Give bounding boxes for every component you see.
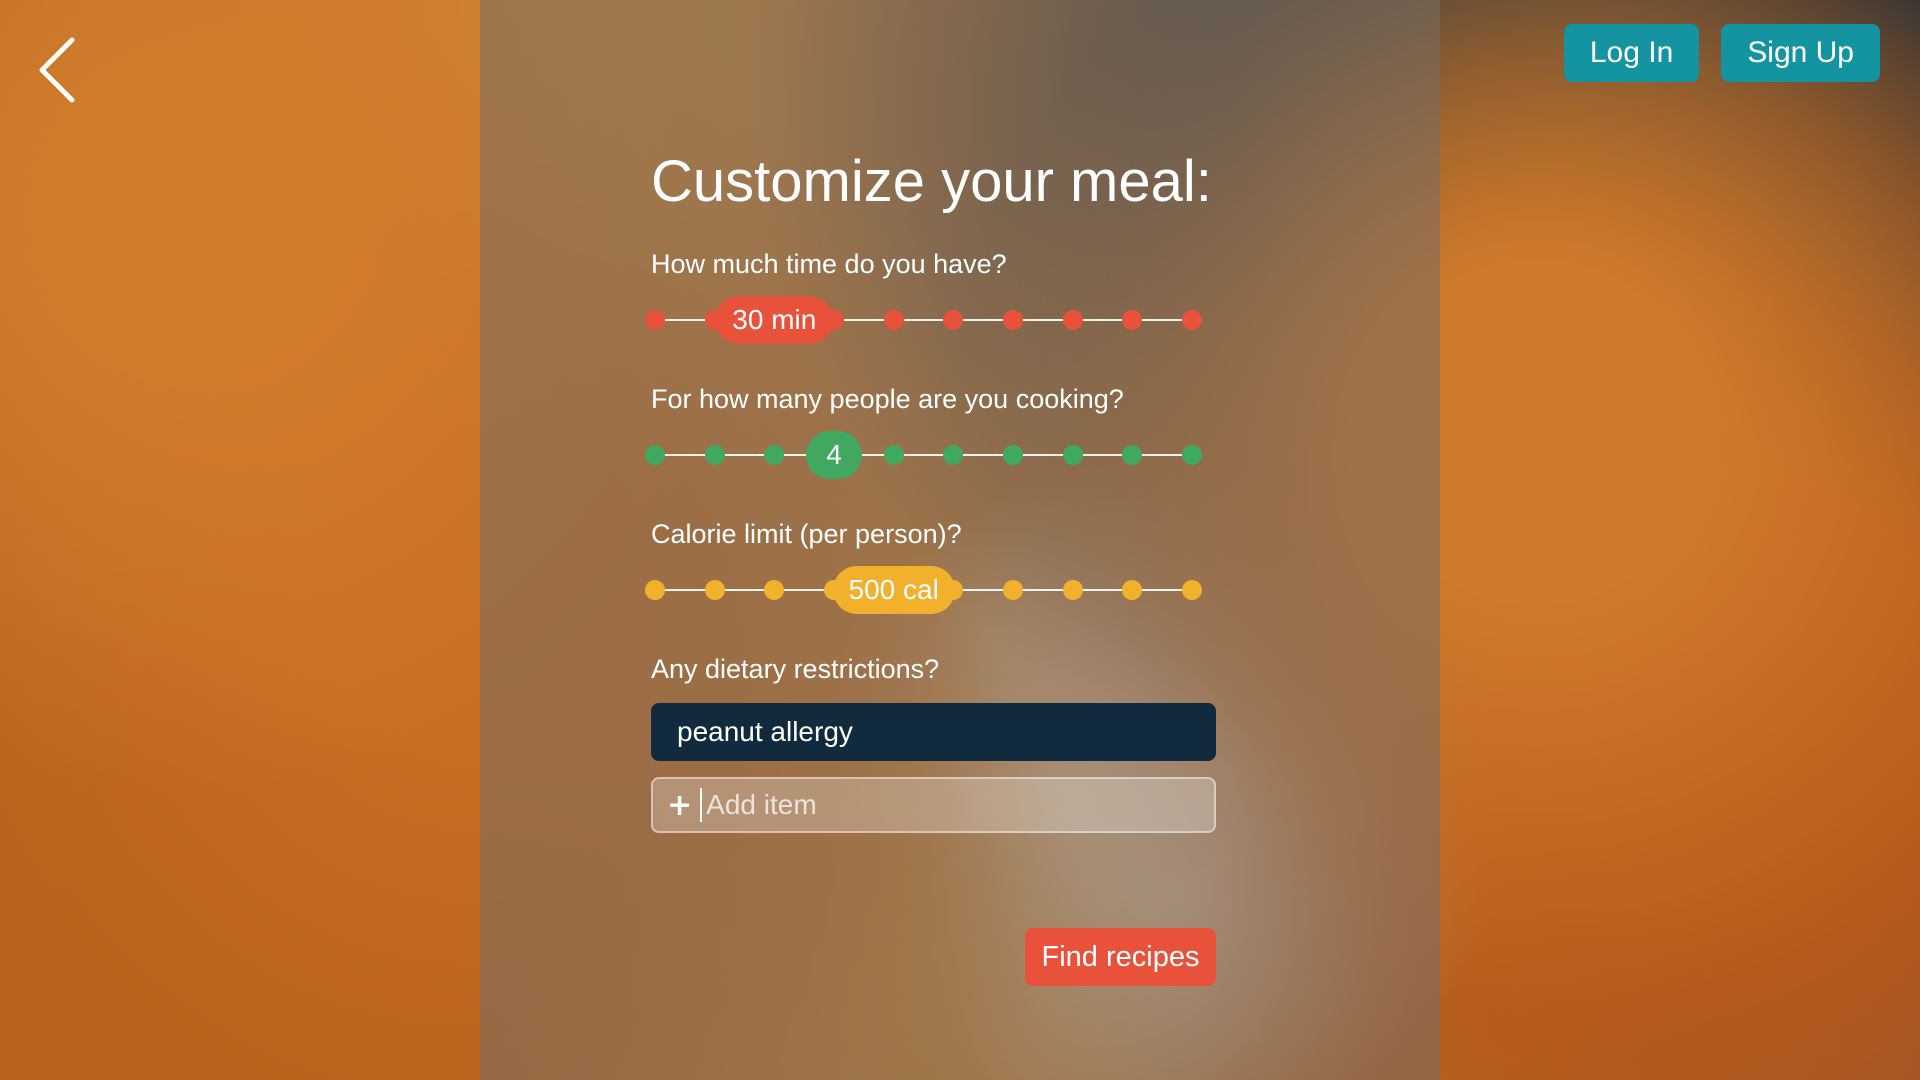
find-recipes-button[interactable]: Find recipes: [1025, 928, 1216, 986]
slider-step-dot[interactable]: [764, 580, 785, 600]
slider-step-dot[interactable]: [1182, 445, 1202, 465]
slider-step-dot[interactable]: [1182, 580, 1202, 600]
login-button[interactable]: Log In: [1563, 24, 1700, 82]
slider-handle[interactable]: 500 cal: [832, 566, 955, 614]
slider-step-dot[interactable]: [883, 445, 904, 465]
page: Log In Sign Up Customize your meal: How …: [0, 0, 1920, 1080]
chevron-left-icon: [39, 37, 75, 103]
slider-track: [659, 454, 1188, 456]
slider-step-dot[interactable]: [645, 580, 665, 600]
time-question: How much time do you have?: [651, 249, 1007, 279]
time-slider[interactable]: 30 min: [645, 296, 1202, 344]
slider-step-dot[interactable]: [1003, 445, 1023, 465]
slider-step-dot[interactable]: [704, 580, 725, 600]
slider-step-dot[interactable]: [645, 310, 665, 330]
slider-step-dot[interactable]: [1062, 445, 1083, 465]
auth-buttons: Log In Sign Up: [1563, 24, 1880, 82]
slider-step-dot[interactable]: [1122, 580, 1143, 600]
slider-step-dot[interactable]: [943, 445, 964, 465]
slider-step-dot[interactable]: [943, 310, 964, 330]
slider-handle[interactable]: 4: [806, 431, 862, 479]
diet-question: Any dietary restrictions?: [651, 654, 940, 684]
slider-step-dot[interactable]: [704, 445, 725, 465]
slider-step-dot[interactable]: [645, 445, 665, 465]
slider-step-dot[interactable]: [1062, 580, 1083, 600]
page-title: Customize your meal:: [651, 149, 1212, 214]
slider-step-dot[interactable]: [1062, 310, 1083, 330]
people-slider[interactable]: 4: [645, 431, 1202, 479]
signup-button[interactable]: Sign Up: [1721, 24, 1880, 82]
back-button[interactable]: [30, 30, 90, 110]
calories-question: Calorie limit (per person)?: [651, 519, 962, 549]
slider-handle[interactable]: 30 min: [715, 296, 834, 344]
meal-form: Customize your meal: How much time do yo…: [645, 148, 1216, 833]
slider-step-dot[interactable]: [1182, 310, 1202, 330]
add-item-field[interactable]: +: [651, 777, 1216, 833]
people-question: For how many people are you cooking?: [651, 384, 1124, 414]
slider-step-dot[interactable]: [883, 310, 904, 330]
slider-step-dot[interactable]: [1003, 580, 1023, 600]
add-item-input[interactable]: [700, 788, 1189, 822]
diet-tag[interactable]: peanut allergy: [651, 703, 1216, 761]
slider-step-dot[interactable]: [764, 445, 785, 465]
slider-step-dot[interactable]: [1122, 445, 1143, 465]
slider-step-dot[interactable]: [1003, 310, 1023, 330]
slider-step-dot[interactable]: [1122, 310, 1143, 330]
calories-slider[interactable]: 500 cal: [645, 566, 1202, 614]
plus-icon: +: [667, 787, 693, 823]
